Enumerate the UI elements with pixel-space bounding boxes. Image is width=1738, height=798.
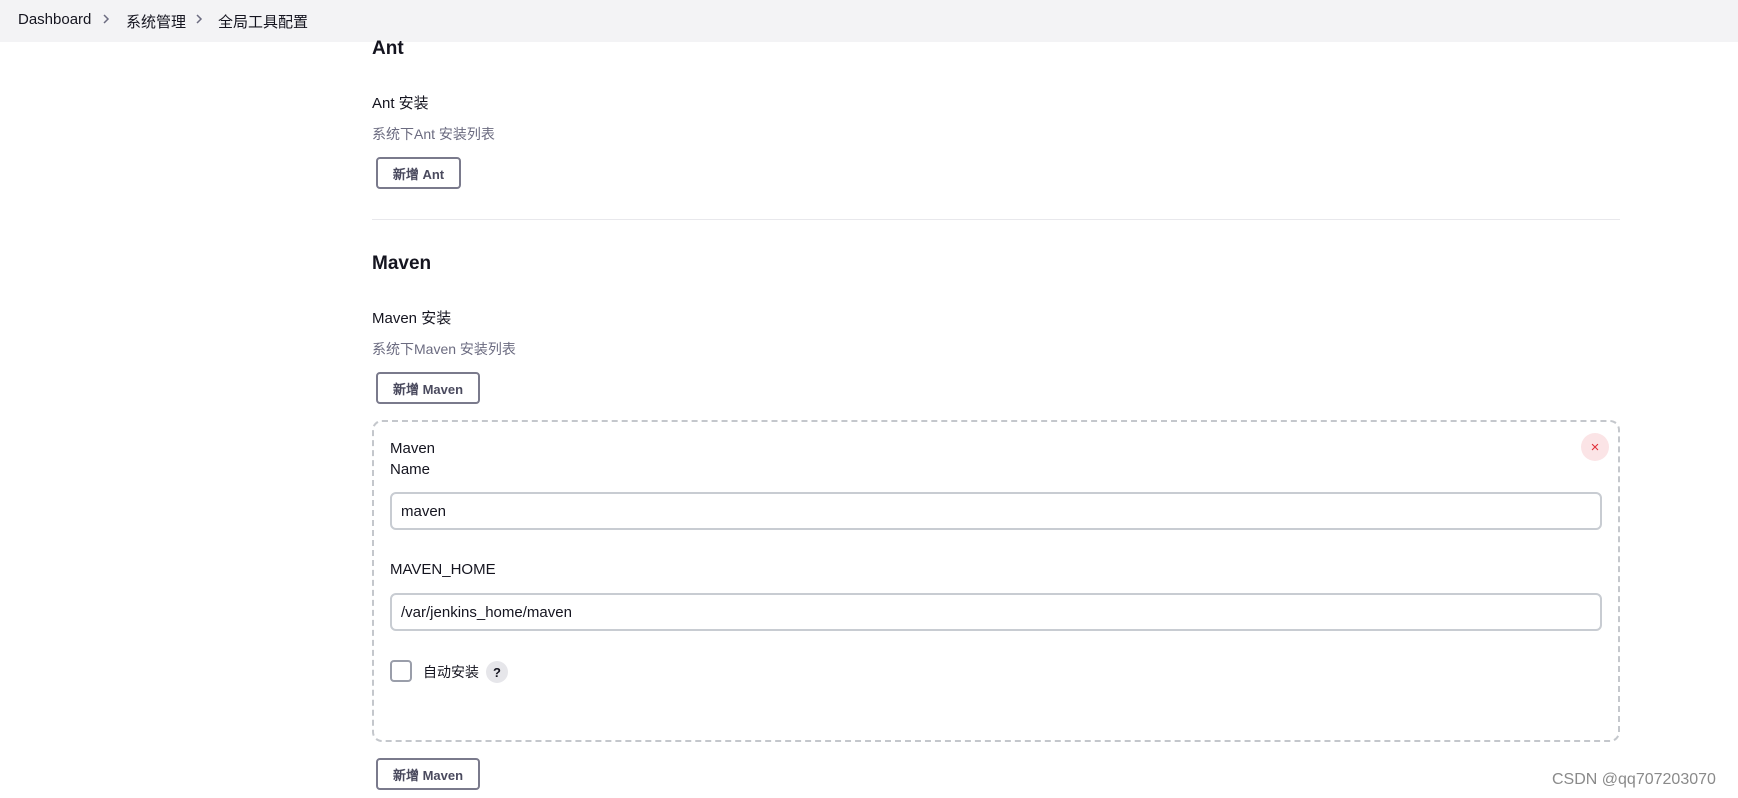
name-label: Name [390, 461, 431, 478]
breadcrumb-item-global-tool-config[interactable]: 全局工具配置 [218, 11, 308, 32]
installation-heading: Maven [390, 440, 436, 457]
breadcrumb-item-dashboard[interactable]: Dashboard [18, 11, 91, 28]
chevron-right-icon [192, 12, 206, 26]
breadcrumb: Dashboard 系统管理 全局工具配置 [0, 0, 1738, 42]
add-ant-button[interactable]: 新增 Ant [376, 157, 461, 189]
breadcrumb-item-system-management[interactable]: 系统管理 [126, 11, 186, 32]
maven-install-label: Maven 安装 [372, 310, 452, 327]
ant-section-title: Ant [372, 38, 404, 59]
maven-home-input[interactable] [390, 593, 1602, 631]
chevron-right-icon [99, 12, 113, 26]
ant-install-description: 系统下Ant 安装列表 [372, 126, 495, 142]
maven-section-title: Maven [372, 253, 432, 274]
section-divider [372, 219, 1620, 220]
close-icon[interactable]: × [1581, 433, 1609, 461]
add-maven-button-top[interactable]: 新增 Maven [376, 372, 480, 404]
name-input[interactable] [390, 492, 1602, 530]
maven-install-description: 系统下Maven 安装列表 [372, 341, 516, 357]
auto-install-checkbox[interactable] [390, 660, 412, 682]
add-maven-button-bottom[interactable]: 新增 Maven [376, 758, 480, 790]
help-icon[interactable]: ? [486, 661, 508, 683]
auto-install-label: 自动安装 [423, 664, 479, 680]
ant-install-label: Ant 安装 [372, 95, 429, 112]
watermark: CSDN @qq707203070 [1552, 771, 1716, 788]
maven-installation-panel [372, 420, 1620, 742]
maven-home-label: MAVEN_HOME [390, 561, 496, 578]
